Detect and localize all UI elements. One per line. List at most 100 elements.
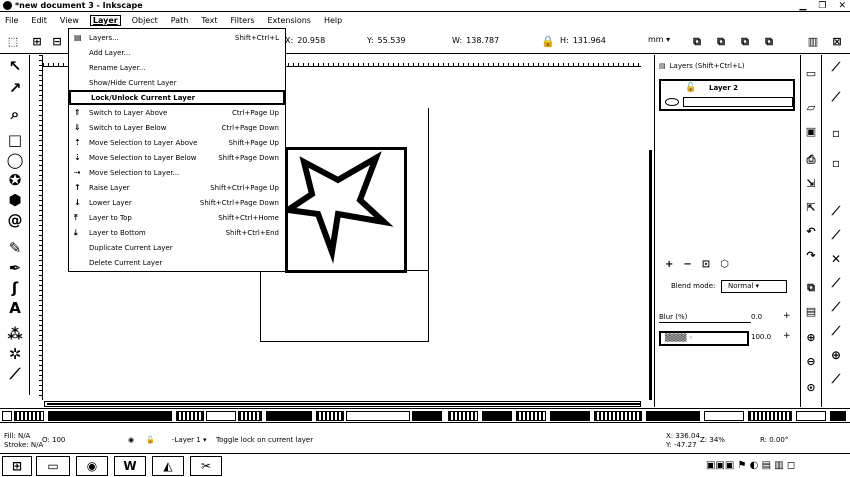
- menu-file[interactable]: File: [3, 16, 20, 25]
- select-all-layers-icon[interactable]: ⊞: [30, 36, 44, 48]
- scale-stroke-icon[interactable]: ⧉: [690, 36, 704, 48]
- move-gradients-icon[interactable]: ⧉: [738, 36, 752, 48]
- palette-swatch[interactable]: [266, 411, 312, 421]
- palette-swatch[interactable]: [704, 411, 744, 421]
- export-icon[interactable]: ⇱: [804, 201, 818, 215]
- x-value[interactable]: 20.958: [297, 36, 325, 45]
- menu-item-layers[interactable]: ▤ Layers... Shift+Ctrl+L: [69, 30, 285, 45]
- spray-tool-icon[interactable]: ⁂: [6, 325, 24, 343]
- menu-view[interactable]: View: [58, 16, 81, 25]
- unit-select[interactable]: mm ▾: [648, 35, 682, 47]
- zoom-field[interactable]: Z: 34%: [700, 436, 725, 444]
- new-doc-icon[interactable]: ▭: [804, 67, 818, 81]
- deselect-icon[interactable]: ⊟: [50, 36, 64, 48]
- snap-bbox-icon[interactable]: ⟋: [828, 89, 844, 105]
- minimize-button[interactable]: ▁: [799, 1, 806, 11]
- blur-value[interactable]: 0.0: [751, 313, 762, 321]
- zoom-tool-icon[interactable]: ⌕: [6, 105, 24, 123]
- fill-indicator[interactable]: Fill: N/A: [4, 432, 30, 440]
- menu-edit[interactable]: Edit: [29, 16, 49, 25]
- menu-item-rename-layer[interactable]: Rename Layer...: [69, 60, 285, 75]
- snap-bbox-edges-icon[interactable]: ▫: [828, 125, 844, 141]
- menu-item-duplicate-layer[interactable]: Duplicate Current Layer: [69, 240, 285, 255]
- vertical-scrollbar[interactable]: [649, 150, 652, 400]
- snap-smooth-icon[interactable]: ⟋: [828, 299, 844, 315]
- palette-swatch[interactable]: [346, 411, 410, 421]
- snap-bbox-corners-icon[interactable]: ▫: [828, 155, 844, 171]
- remove-layer-icon[interactable]: −: [683, 259, 691, 270]
- scrollbar-thumb[interactable]: [47, 403, 641, 405]
- snap-enable-icon[interactable]: ⟋: [828, 59, 844, 75]
- start-button-icon[interactable]: ⊞: [2, 456, 32, 476]
- menu-text[interactable]: Text: [199, 16, 219, 25]
- menu-object[interactable]: Object: [130, 16, 160, 25]
- menu-filters[interactable]: Filters: [229, 16, 257, 25]
- zoom-out-icon[interactable]: ⊖: [804, 355, 818, 369]
- menu-item-show-hide-layer[interactable]: Show/Hide Current Layer: [69, 75, 285, 90]
- palette-swatch[interactable]: [830, 411, 846, 421]
- palette-swatch[interactable]: [206, 411, 236, 421]
- zoom-in-icon[interactable]: ⊕: [804, 331, 818, 345]
- menu-path[interactable]: Path: [169, 16, 191, 25]
- layer-down-button-icon[interactable]: ⬡: [720, 259, 729, 270]
- tray-icons[interactable]: ▣▣▣ ⚑ ◐ ▤ ▥ ◻: [706, 460, 795, 471]
- pencil-tool-icon[interactable]: ✎: [6, 239, 24, 257]
- opacity-slider[interactable]: ▒▒▒▒ ◦: [659, 331, 749, 346]
- palette-swatch[interactable]: [482, 411, 512, 421]
- palette-none-swatch[interactable]: [2, 411, 12, 421]
- blur-slider[interactable]: Blur (%): [659, 313, 751, 323]
- spiral-tool-icon[interactable]: @: [6, 211, 24, 229]
- vertical-ruler[interactable]: [31, 55, 43, 400]
- menu-extensions[interactable]: Extensions: [266, 16, 313, 25]
- snap-centers-icon[interactable]: ⊕: [828, 347, 844, 363]
- star-tool-icon[interactable]: ✪: [6, 171, 24, 189]
- rotation-field[interactable]: R: 0.00°: [760, 436, 788, 444]
- stroke-indicator[interactable]: Stroke: N/A: [4, 441, 43, 449]
- w-value[interactable]: 138.787: [466, 36, 499, 45]
- menu-item-raise-layer[interactable]: ↑ Raise Layer Shift+Ctrl+Page Up: [69, 180, 285, 195]
- palette-swatch[interactable]: [748, 411, 792, 421]
- palette-swatch[interactable]: [594, 411, 642, 421]
- layer-row[interactable]: 🔓 Layer 2: [659, 79, 795, 111]
- undo-icon[interactable]: ↶: [804, 225, 818, 239]
- taskbar-chrome-icon[interactable]: ◉: [76, 456, 108, 476]
- paste-icon[interactable]: ▤: [804, 305, 818, 319]
- menu-item-layer-to-bottom[interactable]: ⤓ Layer to Bottom Shift+Ctrl+End: [69, 225, 285, 240]
- menu-item-delete-layer[interactable]: Delete Current Layer: [69, 255, 285, 270]
- menu-help[interactable]: Help: [322, 16, 344, 25]
- close-button[interactable]: ✕: [838, 1, 846, 11]
- opacity-increment-icon[interactable]: +: [783, 331, 791, 341]
- tweak-tool-icon[interactable]: ✲: [6, 345, 24, 363]
- maximize-button[interactable]: ❐: [818, 1, 826, 11]
- h-value[interactable]: 131.964: [573, 36, 606, 45]
- select-all-icon[interactable]: ⬚: [6, 36, 20, 48]
- snap-cusp-icon[interactable]: ⟋: [828, 275, 844, 291]
- snap-paths-icon[interactable]: ⟋: [828, 227, 844, 243]
- snap-toggle-icon[interactable]: ⊠: [830, 36, 844, 48]
- scale-corners-icon[interactable]: ⧉: [714, 36, 728, 48]
- star-shape[interactable]: [288, 150, 404, 270]
- palette-swatch[interactable]: [550, 411, 590, 421]
- palette-swatch[interactable]: [412, 411, 442, 421]
- 3d-box-tool-icon[interactable]: ⬢: [6, 191, 24, 209]
- visibility-eye-icon[interactable]: [665, 98, 679, 106]
- menu-item-move-selection-above[interactable]: ⇡ Move Selection to Layer Above Shift+Pag…: [69, 135, 285, 150]
- blur-increment-icon[interactable]: +: [783, 311, 791, 321]
- copy-icon[interactable]: ⧉: [804, 281, 818, 295]
- layer-lock-icon[interactable]: 🔓: [146, 436, 155, 444]
- layer-up-button-icon[interactable]: ⊡: [702, 259, 710, 270]
- palette-swatch[interactable]: [176, 411, 204, 421]
- menu-item-lower-layer[interactable]: ↓ Lower Layer Shift+Ctrl+Page Down: [69, 195, 285, 210]
- node-tool-icon[interactable]: ↗: [6, 79, 24, 97]
- calligraphy-tool-icon[interactable]: ʃ: [6, 279, 24, 297]
- taskbar-explorer-icon[interactable]: ▭: [36, 456, 70, 476]
- snap-intersections-icon[interactable]: ✕: [828, 251, 844, 267]
- palette-swatch[interactable]: [48, 411, 172, 421]
- redo-icon[interactable]: ↷: [804, 249, 818, 263]
- layer-name[interactable]: Layer 2: [709, 84, 738, 92]
- lock-icon[interactable]: 🔓: [685, 83, 696, 93]
- menu-item-move-selection-below[interactable]: ⇣ Move Selection to Layer Below Shift+Pag…: [69, 150, 285, 165]
- move-patterns-icon[interactable]: ⧉: [762, 36, 776, 48]
- dropper-tool-icon[interactable]: ⟋: [6, 365, 24, 383]
- menu-item-add-layer[interactable]: Add Layer...: [69, 45, 285, 60]
